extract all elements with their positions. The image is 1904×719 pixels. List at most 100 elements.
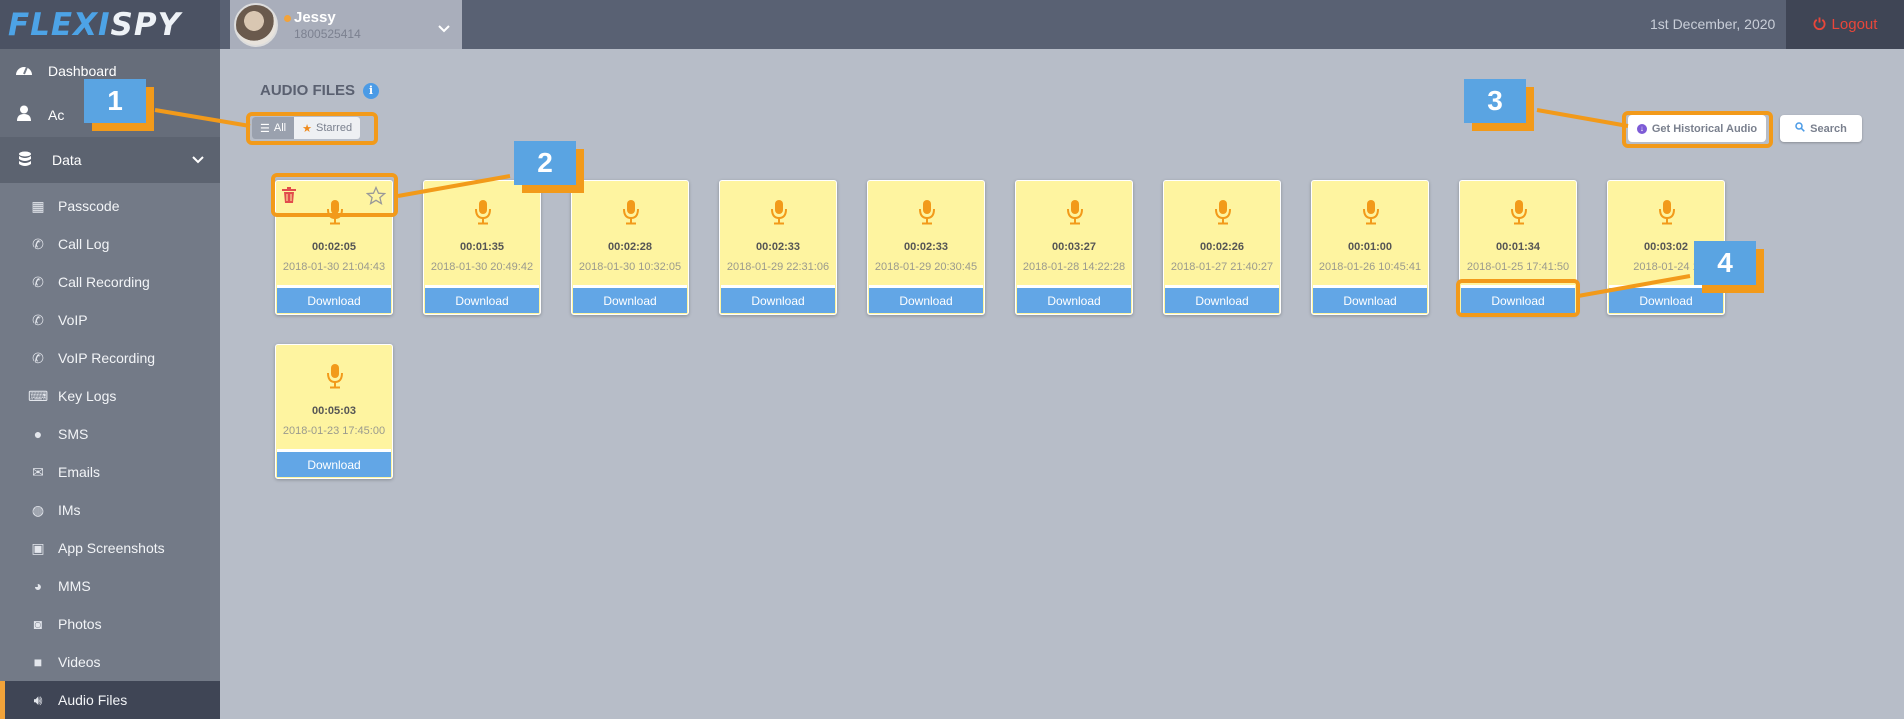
callout-highlight-download (1456, 279, 1580, 317)
download-button[interactable]: Download (869, 285, 983, 313)
sidebar-item-voip-recording[interactable]: ✆ VoIP Recording (0, 339, 220, 377)
sidebar-item-call-recording[interactable]: ✆ Call Recording (0, 263, 220, 301)
current-date: 1st December, 2020 (1650, 16, 1776, 32)
sidebar-item-key-logs[interactable]: ⌨ Key Logs (0, 377, 220, 415)
audio-file-card: 00:01:35 2018-01-30 20:49:42 Download (423, 180, 541, 315)
sidebar-item-mms[interactable]: ◕ MMS (0, 567, 220, 605)
download-button[interactable]: Download (1165, 285, 1279, 313)
audio-duration: 00:02:33 (755, 241, 801, 253)
audio-file-card: 00:05:03 2018-01-23 17:45:00 Download (275, 344, 393, 479)
chat-bubbles-icon: ◍ (31, 501, 45, 518)
logout-label: Logout (1831, 16, 1878, 33)
microphone-icon (1362, 199, 1380, 225)
sidebar-item-app-screenshots[interactable]: ▣ App Screenshots (0, 529, 220, 567)
microphone-icon (1658, 199, 1676, 225)
microphone-icon (1214, 199, 1232, 225)
audio-duration: 00:01:35 (459, 241, 505, 253)
sidebar: Dashboard Ac Data ▦ Passcode ✆ Call Log … (0, 49, 220, 719)
avatar (234, 2, 278, 47)
microphone-icon (622, 199, 640, 225)
sidebar-item-label: Call Recording (58, 274, 150, 290)
sidebar-item-label: VoIP Recording (58, 350, 156, 366)
dashboard-icon (14, 62, 34, 81)
sidebar-item-label: MMS (58, 578, 91, 594)
audio-timestamp: 2018-01-30 21:04:43 (282, 261, 386, 273)
sidebar-item-emails[interactable]: ✉ Emails (0, 453, 220, 491)
sidebar-item-label: Photos (58, 616, 102, 632)
flexispy-logo[interactable]: FLEXI SPY (0, 0, 220, 49)
download-button[interactable]: Download (573, 285, 687, 313)
info-icon[interactable]: i (363, 82, 380, 99)
microphone-icon (474, 199, 492, 225)
logo-text-part1: FLEXI (8, 6, 111, 43)
download-button[interactable]: Download (1609, 285, 1723, 313)
page-title-text: AUDIO FILES (260, 82, 356, 99)
callout-badge-3: 3 (1464, 79, 1526, 123)
audio-duration: 00:01:34 (1495, 241, 1541, 253)
sidebar-item-passcode[interactable]: ▦ Passcode (0, 187, 220, 225)
camera-icon: ◙ (33, 616, 43, 632)
download-button[interactable]: Download (277, 449, 391, 477)
user-name: Jessy (294, 8, 336, 26)
mms-icon: ◕ (33, 578, 43, 594)
search-icon (1795, 122, 1805, 135)
audio-timestamp: 2018-01-30 20:49:42 (430, 261, 534, 273)
audio-timestamp: 2018-01-30 10:32:05 (578, 261, 682, 273)
logout-button[interactable]: Logout (1786, 0, 1904, 49)
page-title: AUDIO FILES i (260, 82, 380, 99)
audio-file-card: 00:02:26 2018-01-27 21:40:27 Download (1163, 180, 1281, 315)
voip-recording-icon: ✆ (32, 349, 44, 366)
search-label: Search (1810, 122, 1847, 135)
download-button[interactable]: Download (721, 285, 835, 313)
phone-recording-icon: ✆ (32, 273, 44, 290)
user-switcher[interactable]: Jessy 1800525414 (230, 0, 462, 49)
logo-text-part2: SPY (110, 6, 182, 43)
grid-icon: ▦ (31, 197, 45, 214)
audio-timestamp: 2018-01-27 21:40:27 (1170, 261, 1274, 273)
audio-file-card: 00:02:33 2018-01-29 22:31:06 Download (719, 180, 837, 315)
audio-file-card: 00:02:33 2018-01-29 20:30:45 Download (867, 180, 985, 315)
chevron-down-icon[interactable] (438, 22, 450, 36)
audio-timestamp: 2018-01-29 22:31:06 (726, 261, 830, 273)
phone-icon: ✆ (32, 235, 44, 252)
callout-highlight-historical (1622, 111, 1773, 148)
audio-duration: 00:03:27 (1051, 241, 1097, 253)
audio-duration: 00:02:05 (311, 241, 357, 253)
audio-timestamp: 2018-01-26 10:45:41 (1318, 261, 1422, 273)
microphone-icon (918, 199, 936, 225)
microphone-icon (1510, 199, 1528, 225)
video-icon: ■ (33, 654, 43, 670)
callout-badge-4: 4 (1694, 241, 1756, 285)
audio-duration: 00:05:03 (311, 405, 357, 417)
download-button[interactable]: Download (425, 285, 539, 313)
search-button[interactable]: Search (1780, 115, 1862, 142)
sidebar-item-photos[interactable]: ◙ Photos (0, 605, 220, 643)
user-phone: 1800525414 (294, 26, 361, 41)
audio-duration: 00:02:33 (903, 241, 949, 253)
sidebar-item-ims[interactable]: ◍ IMs (0, 491, 220, 529)
sidebar-section-data[interactable]: Data (0, 137, 220, 183)
sidebar-item-label: IMs (58, 502, 81, 518)
database-icon (18, 151, 38, 170)
sidebar-item-label: Audio Files (58, 692, 128, 708)
sidebar-item-label: Ac (48, 107, 65, 123)
sidebar-item-label: SMS (58, 426, 89, 442)
callout-highlight-card-actions (271, 173, 398, 217)
sidebar-item-audio-files[interactable]: 🔊︎ Audio Files (0, 681, 220, 719)
download-button[interactable]: Download (277, 285, 391, 313)
keyboard-icon: ⌨ (28, 387, 49, 404)
audio-timestamp: 2018-01-25 17:41:50 (1466, 261, 1570, 273)
online-status-icon (284, 14, 291, 22)
callout-highlight-filter (246, 112, 378, 145)
sidebar-item-voip[interactable]: ✆ VoIP (0, 301, 220, 339)
microphone-icon (770, 199, 788, 225)
sidebar-item-videos[interactable]: ■ Videos (0, 643, 220, 681)
sidebar-item-call-log[interactable]: ✆ Call Log (0, 225, 220, 263)
sidebar-item-sms[interactable]: ● SMS (0, 415, 220, 453)
user-icon (14, 105, 34, 126)
download-button[interactable]: Download (1313, 285, 1427, 313)
download-button[interactable]: Download (1017, 285, 1131, 313)
audio-duration: 00:01:00 (1347, 241, 1393, 253)
audio-file-card: 00:03:27 2018-01-28 14:22:28 Download (1015, 180, 1133, 315)
sidebar-item-label: Dashboard (48, 63, 117, 79)
